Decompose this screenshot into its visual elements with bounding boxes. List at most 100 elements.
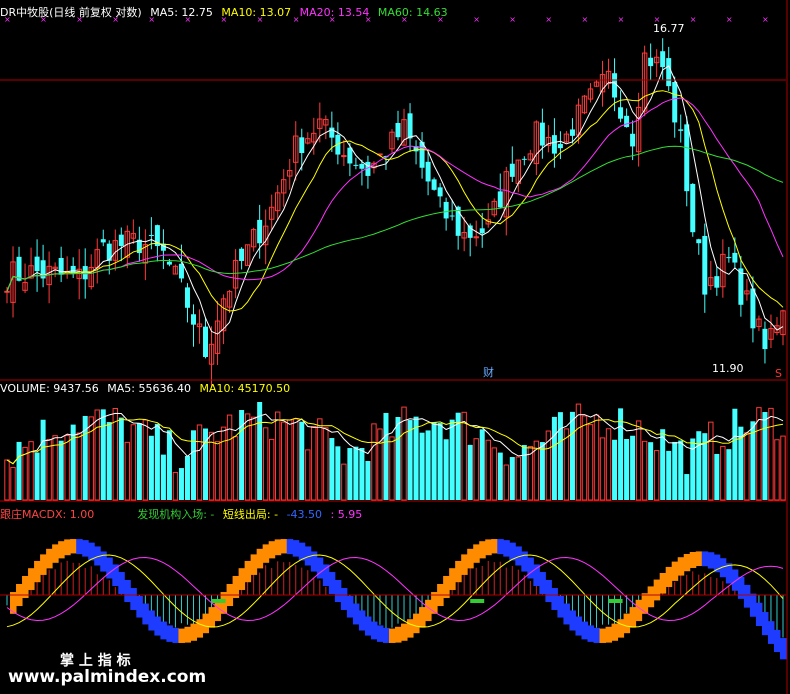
- macdx-band-rising: [605, 626, 613, 643]
- candle-body-down: [612, 73, 618, 98]
- macdx-band-falling: [701, 551, 709, 567]
- macdx-band-rising: [479, 541, 486, 559]
- macdx-band-rising: [419, 607, 426, 628]
- volume-bar-up: [744, 432, 750, 501]
- macdx-band-falling: [497, 539, 504, 555]
- candle-body-up: [341, 155, 347, 158]
- volume-bar-down: [118, 417, 124, 500]
- macdx-band-rising: [659, 572, 667, 594]
- macdx-band-rising: [58, 541, 65, 559]
- macdx-band-falling: [563, 603, 570, 625]
- macdx-indicator: [6, 539, 787, 660]
- candle-body-up: [4, 290, 10, 293]
- macdx-band-rising: [611, 623, 619, 641]
- candle-body-down: [58, 257, 64, 275]
- candle-body-down: [34, 256, 40, 272]
- volume-bar-down: [684, 474, 690, 500]
- macdx-band-rising: [635, 599, 643, 622]
- candle-body-down: [479, 228, 485, 234]
- macdx-band-falling: [76, 539, 83, 555]
- volume-bar-up: [491, 447, 497, 501]
- ma20-line: [6, 97, 784, 292]
- macdx-band-falling: [106, 557, 113, 579]
- volume-bar-up: [268, 438, 275, 501]
- macdx-band-rising: [671, 561, 679, 581]
- macdx-band-falling: [581, 621, 588, 640]
- volume-bar-down: [383, 412, 389, 500]
- macdx-band-rising: [34, 560, 41, 583]
- macdx-legend: 跟庄MACDX: 1.00: [0, 508, 95, 521]
- volume-bar-down: [160, 454, 166, 500]
- candle-body-down: [630, 133, 636, 147]
- macdx-band-falling: [779, 638, 787, 660]
- signal-cross: ×: [726, 15, 733, 24]
- volume-bar-up: [485, 439, 491, 501]
- macdx-band-rising: [238, 568, 246, 590]
- macdx-band-falling: [575, 616, 582, 636]
- volume-bar-down: [612, 439, 618, 500]
- macdx-band-falling: [593, 627, 601, 643]
- chart-markers: 16.77 11.90 财 S: [483, 22, 782, 380]
- macdx-band-rising: [40, 554, 47, 575]
- macdx-band-falling: [376, 625, 384, 642]
- price-legend: DR中牧股(日线 前复权 对数) MA5: 12.75 MA10: 13.07 …: [0, 4, 453, 20]
- volume-bar-up: [323, 427, 329, 501]
- volume-bar-up: [196, 424, 203, 501]
- volume-bar-up: [4, 459, 10, 501]
- macdx-band-rising: [425, 599, 432, 622]
- macdx-band-rising: [455, 560, 462, 583]
- macdx-band-falling: [172, 627, 179, 643]
- volume-bar-down: [40, 419, 46, 500]
- candle-body-down: [239, 248, 245, 261]
- volume-bar-up: [774, 439, 780, 501]
- volume-bar-up: [720, 445, 726, 501]
- candle-body-down: [148, 234, 154, 236]
- candle-body-down: [449, 215, 455, 217]
- macdx-band-rising: [256, 548, 264, 569]
- volume-bar-down: [551, 416, 557, 500]
- macdx-band-rising: [196, 619, 204, 638]
- volume-bar-down: [329, 438, 335, 500]
- ma10-line: [6, 90, 784, 312]
- volume-bar-up: [635, 420, 642, 501]
- volume-bar-down: [239, 410, 245, 500]
- volume-bar-up: [28, 441, 34, 501]
- macdx-band-rising: [413, 613, 420, 634]
- volume-bar-up: [281, 421, 287, 501]
- macdx-band-rising: [190, 623, 197, 641]
- volume-bar-up: [371, 423, 377, 501]
- volume-bar-down: [395, 416, 401, 500]
- macdx-band-falling: [124, 579, 131, 603]
- volume-bar-up: [641, 440, 648, 501]
- candle-body-down: [257, 219, 263, 244]
- volume-bar-down: [762, 412, 768, 500]
- volume-bar-up: [317, 418, 323, 501]
- macdx-band-falling: [82, 540, 89, 557]
- volume-bar-down: [726, 449, 732, 500]
- volume-bar-up: [214, 441, 221, 501]
- low-price-label: 11.90: [712, 362, 744, 375]
- candle-body-down: [726, 257, 732, 259]
- volume-bar-down: [178, 468, 184, 500]
- macdx-band-rising: [689, 552, 697, 568]
- candle-body-down: [666, 58, 672, 87]
- volume-bar-down: [648, 442, 654, 500]
- finance-marker: 财: [483, 365, 494, 379]
- volume-bar-down: [425, 430, 431, 500]
- volume-bar-down: [353, 446, 359, 500]
- macdx-band-rising: [401, 623, 408, 641]
- volume-bar-up: [76, 432, 82, 501]
- candle-body-down: [696, 239, 702, 244]
- macdx-band-falling: [130, 588, 137, 610]
- macdx-band-falling: [370, 621, 378, 640]
- ma60-line: [6, 145, 784, 292]
- volume-bar-up: [124, 441, 131, 501]
- candle-body-down: [539, 122, 545, 146]
- volume-bar-up: [94, 409, 100, 501]
- volume-bar-up: [593, 414, 600, 501]
- volume-bar-down: [154, 423, 160, 500]
- volume-bar-down: [106, 422, 112, 500]
- volume-bar-down: [419, 432, 425, 500]
- volume-bar-down: [100, 409, 106, 500]
- volume-value: VOLUME: 9437.56: [0, 382, 99, 395]
